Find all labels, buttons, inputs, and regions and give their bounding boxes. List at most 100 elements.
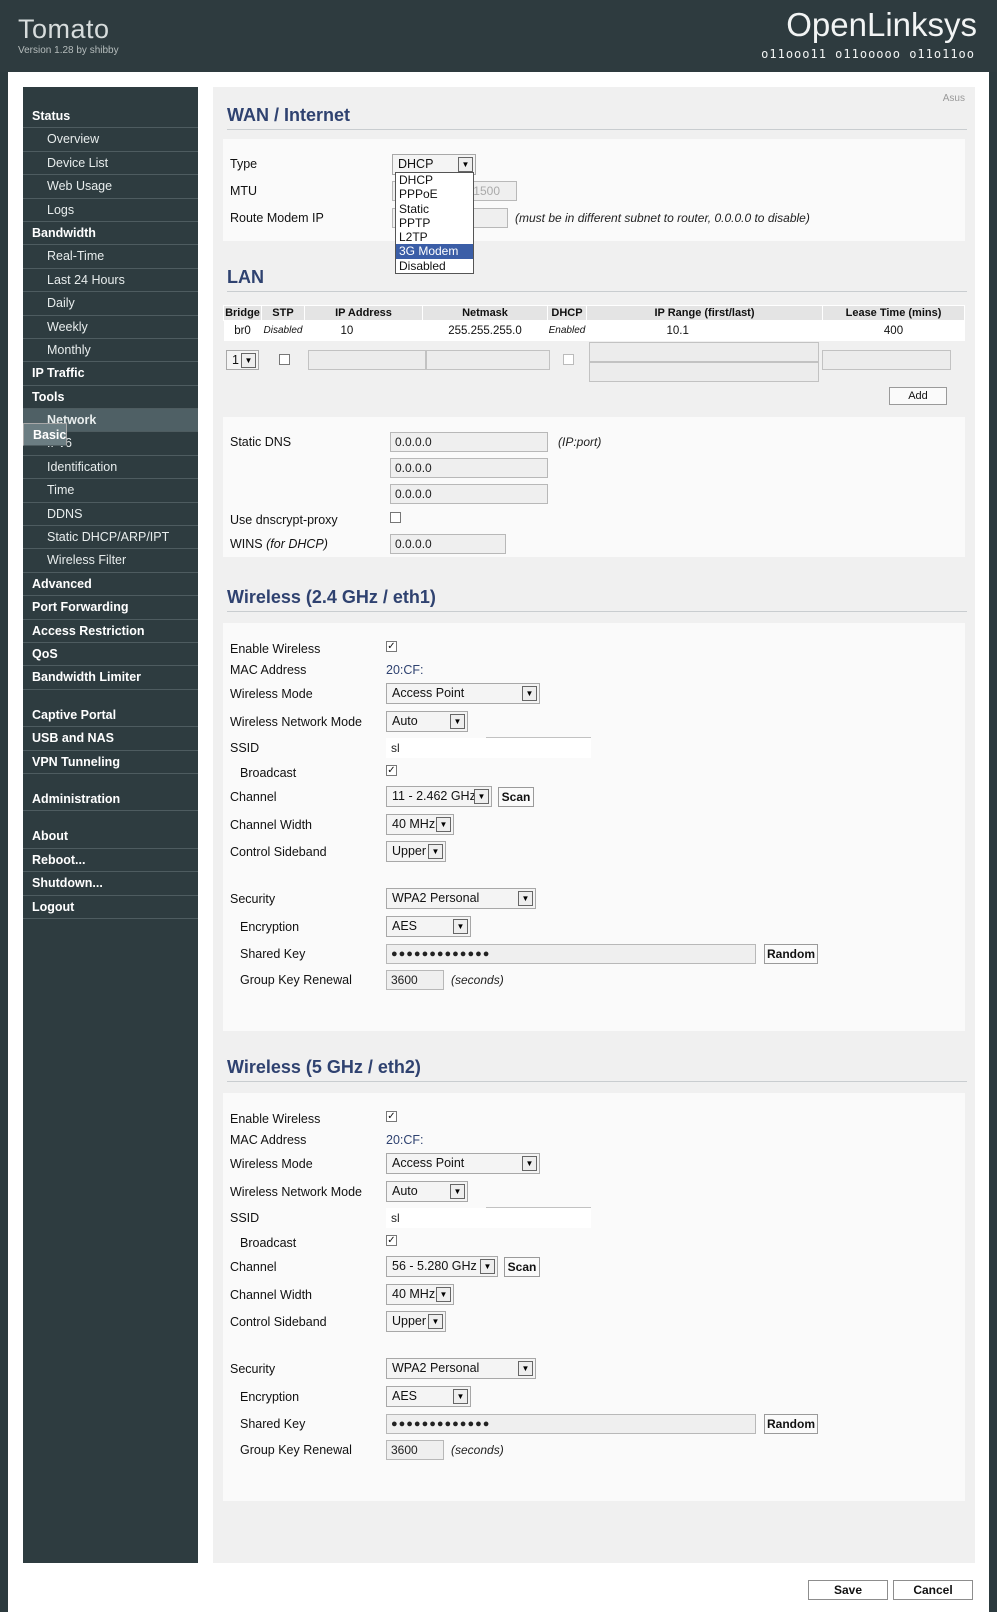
add-bridge-button[interactable]: Add (889, 387, 947, 405)
broadcast-label: Broadcast (240, 766, 297, 780)
sidebar-item-daily[interactable]: Daily (23, 292, 198, 316)
new-lease-input[interactable] (822, 350, 951, 370)
mac-address-value: 20:CF: (386, 663, 424, 677)
dns-3-input[interactable]: 0.0.0.0 (390, 484, 548, 504)
sidebar-item-captive-portal[interactable]: Captive Portal (23, 704, 198, 728)
new-range-first-input[interactable] (589, 342, 819, 362)
wireless-network-mode-select[interactable]: Auto ▼ (386, 711, 468, 732)
sidebar-item-web-usage[interactable]: Web Usage (23, 175, 198, 199)
wireless-mode-label: Wireless Mode (230, 1157, 313, 1171)
channel-select[interactable]: 56 - 5.280 GHz ▼ (386, 1256, 498, 1277)
wan-type-option[interactable]: Static (396, 202, 473, 216)
dns-1-input[interactable]: 0.0.0.0 (390, 432, 548, 452)
new-stp-checkbox[interactable] (279, 354, 290, 365)
wan-type-option[interactable]: DHCP (396, 173, 473, 187)
chevron-down-icon: ▼ (450, 714, 465, 729)
wan-type-option[interactable]: L2TP (396, 230, 473, 244)
wan-section-title: WAN / Internet (227, 105, 967, 130)
sidebar-item-weekly[interactable]: Weekly (23, 316, 198, 339)
wireless-mode-select[interactable]: Access Point ▼ (386, 1153, 540, 1174)
sidebar-item-access-restriction[interactable]: Access Restriction (23, 620, 198, 643)
sidebar-item-basic[interactable]: Basic (23, 423, 68, 447)
sidebar-item-usb-and-nas[interactable]: USB and NAS (23, 727, 198, 751)
wireless-network-mode-select[interactable]: Auto ▼ (386, 1181, 468, 1202)
sidebar-item-logout[interactable]: Logout (23, 896, 198, 919)
channel-width-select[interactable]: 40 MHz ▼ (386, 814, 454, 835)
new-ip-input[interactable] (308, 350, 426, 370)
sidebar-item-monthly[interactable]: Monthly (23, 339, 198, 363)
wireless-mode-select[interactable]: Access Point ▼ (386, 683, 540, 704)
sidebar-item-port-forwarding[interactable]: Port Forwarding (23, 596, 198, 620)
sidebar-item-overview[interactable]: Overview (23, 128, 198, 152)
table-row[interactable]: br0 Disabled 10 255.255.255.0 Enabled 10… (223, 320, 965, 341)
encryption-select[interactable]: AES ▼ (386, 916, 471, 937)
dns-2-input[interactable]: 0.0.0.0 (390, 458, 548, 478)
sidebar-item-administration[interactable]: Administration (23, 788, 198, 812)
chevron-down-icon: ▼ (241, 353, 256, 368)
control-sideband-label: Control Sideband (230, 845, 327, 859)
sidebar-item-shutdown[interactable]: Shutdown... (23, 872, 198, 896)
sidebar-item-advanced[interactable]: Advanced (23, 573, 198, 597)
channel-select[interactable]: 11 - 2.462 GHz ▼ (386, 786, 492, 807)
encryption-select[interactable]: AES ▼ (386, 1386, 471, 1407)
sidebar-item-wireless-filter[interactable]: Wireless Filter (23, 549, 198, 573)
sidebar-item-last-24-hours[interactable]: Last 24 Hours (23, 269, 198, 293)
sidebar-item-tools[interactable]: Tools (23, 386, 198, 410)
sidebar-item-qos[interactable]: QoS (23, 643, 198, 667)
wan-type-option[interactable]: Disabled (396, 259, 473, 273)
wireless-network-mode-label: Wireless Network Mode (230, 1185, 362, 1199)
control-sideband-select-value: Upper (392, 1314, 427, 1328)
save-button[interactable]: Save (808, 1580, 888, 1600)
new-netmask-input[interactable] (426, 350, 550, 370)
sidebar-item-time[interactable]: Time (23, 479, 198, 503)
encryption-label: Encryption (240, 1390, 300, 1404)
scan-button[interactable]: Scan (504, 1257, 540, 1277)
dnscrypt-checkbox[interactable] (390, 512, 401, 523)
sidebar-item-ddns[interactable]: DDNS (23, 503, 198, 527)
lan-ip-range: 10.1 (586, 320, 823, 341)
random-key-button[interactable]: Random (764, 944, 818, 964)
ssid-input[interactable]: sl (386, 738, 591, 758)
new-range-last-input[interactable] (589, 362, 819, 382)
sidebar-item-bandwidth[interactable]: Bandwidth (23, 222, 198, 246)
random-key-button[interactable]: Random (764, 1414, 818, 1434)
sidebar-item-ip-traffic[interactable]: IP Traffic (23, 362, 198, 386)
shared-key-input[interactable]: ●●●●●●●●●●●●● (386, 944, 756, 964)
wins-input[interactable]: 0.0.0.0 (390, 534, 506, 554)
security-select[interactable]: WPA2 Personal ▼ (386, 888, 536, 909)
scan-button[interactable]: Scan (498, 787, 534, 807)
sidebar-item-vpn-tunneling[interactable]: VPN Tunneling (23, 751, 198, 774)
sidebar-item-reboot[interactable]: Reboot... (23, 849, 198, 873)
broadcast-checkbox[interactable]: ✓ (386, 765, 397, 776)
sidebar-item-logs[interactable]: Logs (23, 199, 198, 222)
enable-wireless-checkbox[interactable]: ✓ (386, 1111, 397, 1122)
sidebar-item-about[interactable]: About (23, 825, 198, 849)
broadcast-checkbox[interactable]: ✓ (386, 1235, 397, 1246)
wireless-mode-select-value: Access Point (392, 1156, 465, 1170)
wan-type-option[interactable]: PPPoE (396, 187, 473, 201)
enable-wireless-checkbox[interactable]: ✓ (386, 641, 397, 652)
sidebar-item-identification[interactable]: Identification (23, 456, 198, 480)
wan-type-option[interactable]: 3G Modem (396, 244, 473, 259)
ssid-input[interactable]: sl (386, 1208, 591, 1228)
sidebar-item-bandwidth-limiter[interactable]: Bandwidth Limiter (23, 666, 198, 690)
sidebar-item-device-list[interactable]: Device List (23, 152, 198, 176)
channel-label: Channel (230, 790, 277, 804)
new-bridge-select[interactable]: 1 ▼ (226, 350, 259, 370)
group-key-renewal-input[interactable]: 3600 (386, 970, 444, 990)
cancel-button[interactable]: Cancel (893, 1580, 973, 1600)
new-dhcp-checkbox[interactable] (563, 354, 574, 365)
sidebar-item-real-time[interactable]: Real-Time (23, 245, 198, 269)
wan-type-option[interactable]: PPTP (396, 216, 473, 230)
control-sideband-select[interactable]: Upper ▼ (386, 1311, 446, 1332)
sidebar-item-static-dhcp-arp-ipt[interactable]: Static DHCP/ARP/IPT (23, 526, 198, 550)
security-select[interactable]: WPA2 Personal ▼ (386, 1358, 536, 1379)
wan-type-dropdown[interactable]: DHCP PPPoE Static PPTP L2TP 3G Modem Disabled (395, 172, 474, 275)
control-sideband-select[interactable]: Upper ▼ (386, 841, 446, 862)
chevron-down-icon: ▼ (436, 817, 451, 832)
group-key-renewal-input[interactable]: 3600 (386, 1440, 444, 1460)
shared-key-input[interactable]: ●●●●●●●●●●●●● (386, 1414, 756, 1434)
channel-width-select[interactable]: 40 MHz ▼ (386, 1284, 454, 1305)
control-sideband-label: Control Sideband (230, 1315, 327, 1329)
sidebar-item-status[interactable]: Status (23, 105, 198, 129)
